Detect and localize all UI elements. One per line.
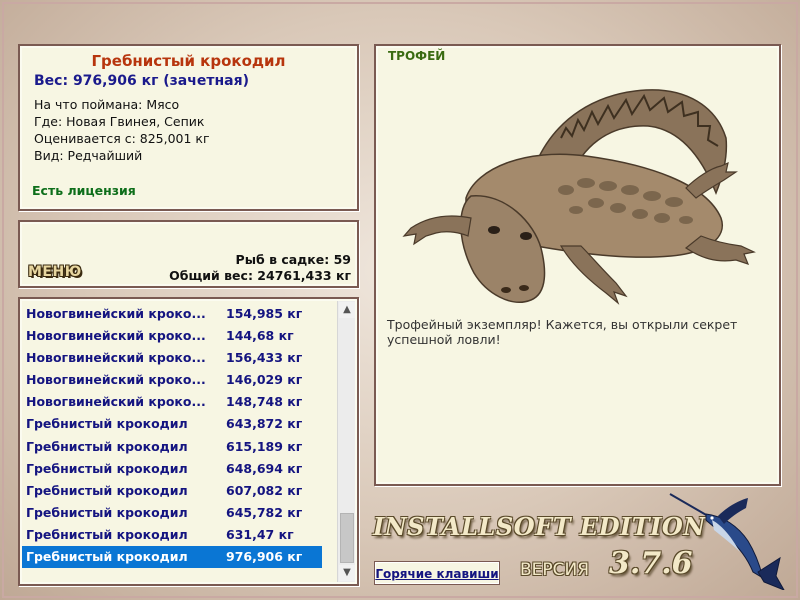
list-item-weight: 631,47 кг (226, 526, 294, 542)
list-item[interactable]: Новогвинейский кроко... 144,68 кг (22, 325, 322, 347)
fish-name: Гребнистый крокодил (91, 52, 286, 70)
edition-logo-text: INSTALLSOFT EDITION (373, 512, 706, 541)
list-item-weight: 643,872 кг (226, 416, 303, 432)
version-label: ВЕРСИЯ (520, 560, 590, 580)
list-item[interactable]: Новогвинейский кроко... 154,985 кг (22, 303, 322, 325)
list-item[interactable]: Новогвинейский кроко... 146,029 кг (22, 369, 322, 391)
list-item-weight: 148,748 кг (226, 394, 303, 410)
menu-button[interactable]: МЕНЮ (28, 264, 82, 280)
crocodile-image (402, 89, 756, 305)
threshold-line: Оценивается с: 825,001 кг (34, 131, 210, 146)
total-weight: Общий вес: 24761,433 кг (169, 268, 351, 283)
trophy-panel: ТРОФЕЙ Трофейный экземпляр! Кажется, вы … (374, 44, 781, 486)
list-item-name: Новогвинейский кроко... (26, 306, 206, 321)
list-item-weight: 154,985 кг (226, 306, 303, 321)
bait-line: На что поймана: Мясо (34, 97, 180, 112)
list-item-name: Новогвинейский кроко... (26, 372, 206, 388)
list-item-weight: 648,694 кг (226, 460, 303, 476)
rarity-line: Вид: Редчайший (34, 148, 143, 163)
list-item[interactable]: Гребнистый крокодил 607,082 кг (22, 480, 322, 502)
list-item-weight: 144,68 кг (226, 328, 294, 344)
catch-list-panel: Новогвинейский кроко... 154,985 кг Новогви… (18, 297, 359, 586)
list-item-name: Новогвинейский кроко... (26, 394, 206, 410)
scrollbar-thumb[interactable] (340, 513, 354, 563)
list-item-name: Гребнистый крокодил (26, 482, 188, 498)
list-item-name: Новогвинейский кроко... (26, 350, 206, 366)
fish-details: На что поймана: Мясо Где: Новая Гвинея, … (34, 96, 210, 164)
trophy-label: ТРОФЕЙ (388, 49, 446, 63)
scroll-down-icon[interactable]: ▼ (339, 565, 355, 581)
keepnet-stats: Рыб в садке: 59 Общий вес: 24761,433 кг (169, 252, 351, 284)
catch-list[interactable]: Новогвинейский кроко... 154,985 кг Новогви… (22, 303, 322, 569)
hotkeys-link[interactable]: Горячие клавиши (375, 567, 498, 581)
list-item[interactable]: Гребнистый крокодил 615,189 кг (22, 436, 322, 458)
list-item-weight: 645,782 кг (226, 504, 303, 520)
trophy-message: Трофейный экземпляр! Кажется, вы открыли… (387, 317, 738, 347)
list-item-name: Гребнистый крокодил (26, 526, 188, 542)
list-item-weight: 156,433 кг (226, 350, 303, 366)
catch-list-scrollbar[interactable]: ▲ ▼ (337, 301, 355, 582)
list-item-name: Новогвинейский кроко... (26, 328, 206, 344)
list-item[interactable]: Гребнистый крокодил 631,47 кг (22, 524, 322, 546)
croc-front-left-leg (402, 215, 472, 246)
location-line: Где: Новая Гвинея, Сепик (34, 114, 205, 129)
scroll-up-icon[interactable]: ▲ (339, 302, 355, 318)
fish-weight: Вес: 976,906 кг (зачетная) (34, 73, 249, 89)
fish-count: Рыб в садке: 59 (235, 252, 351, 267)
list-item-name: Гребнистый крокодил (26, 416, 188, 432)
list-item-name: Гребнистый крокодил (26, 438, 188, 454)
list-item-name: Гребнистый крокодил (26, 549, 188, 565)
list-item[interactable]: Новогвинейский кроко... 148,748 кг (22, 391, 322, 413)
list-item[interactable]: Гребнистый крокодил 643,872 кг (22, 413, 322, 435)
marlin-icon (669, 493, 785, 590)
list-item-weight: 976,906 кг (226, 549, 303, 565)
list-item-weight: 607,082 кг (226, 482, 303, 498)
hotkeys-button[interactable]: Горячие клавиши (374, 561, 500, 585)
list-item[interactable]: Гребнистый крокодил 976,906 кг (22, 546, 322, 569)
list-item-weight: 146,029 кг (226, 372, 303, 388)
keepnet-stats-panel: МЕНЮ Рыб в садке: 59 Общий вес: 24761,43… (18, 220, 359, 288)
fish-info-panel: Гребнистый крокодил Вес: 976,906 кг (зач… (18, 44, 359, 211)
list-item-name: Гребнистый крокодил (26, 504, 188, 520)
list-item[interactable]: Гребнистый крокодил 648,694 кг (22, 458, 322, 480)
croc-back-right-leg (684, 235, 756, 265)
list-item-weight: 615,189 кг (226, 438, 303, 454)
list-item[interactable]: Новогвинейский кроко... 156,433 кг (22, 347, 322, 369)
list-item-name: Гребнистый крокодил (26, 460, 188, 476)
license-status: Есть лицензия (32, 183, 136, 198)
list-item[interactable]: Гребнистый крокодил 645,782 кг (22, 502, 322, 524)
